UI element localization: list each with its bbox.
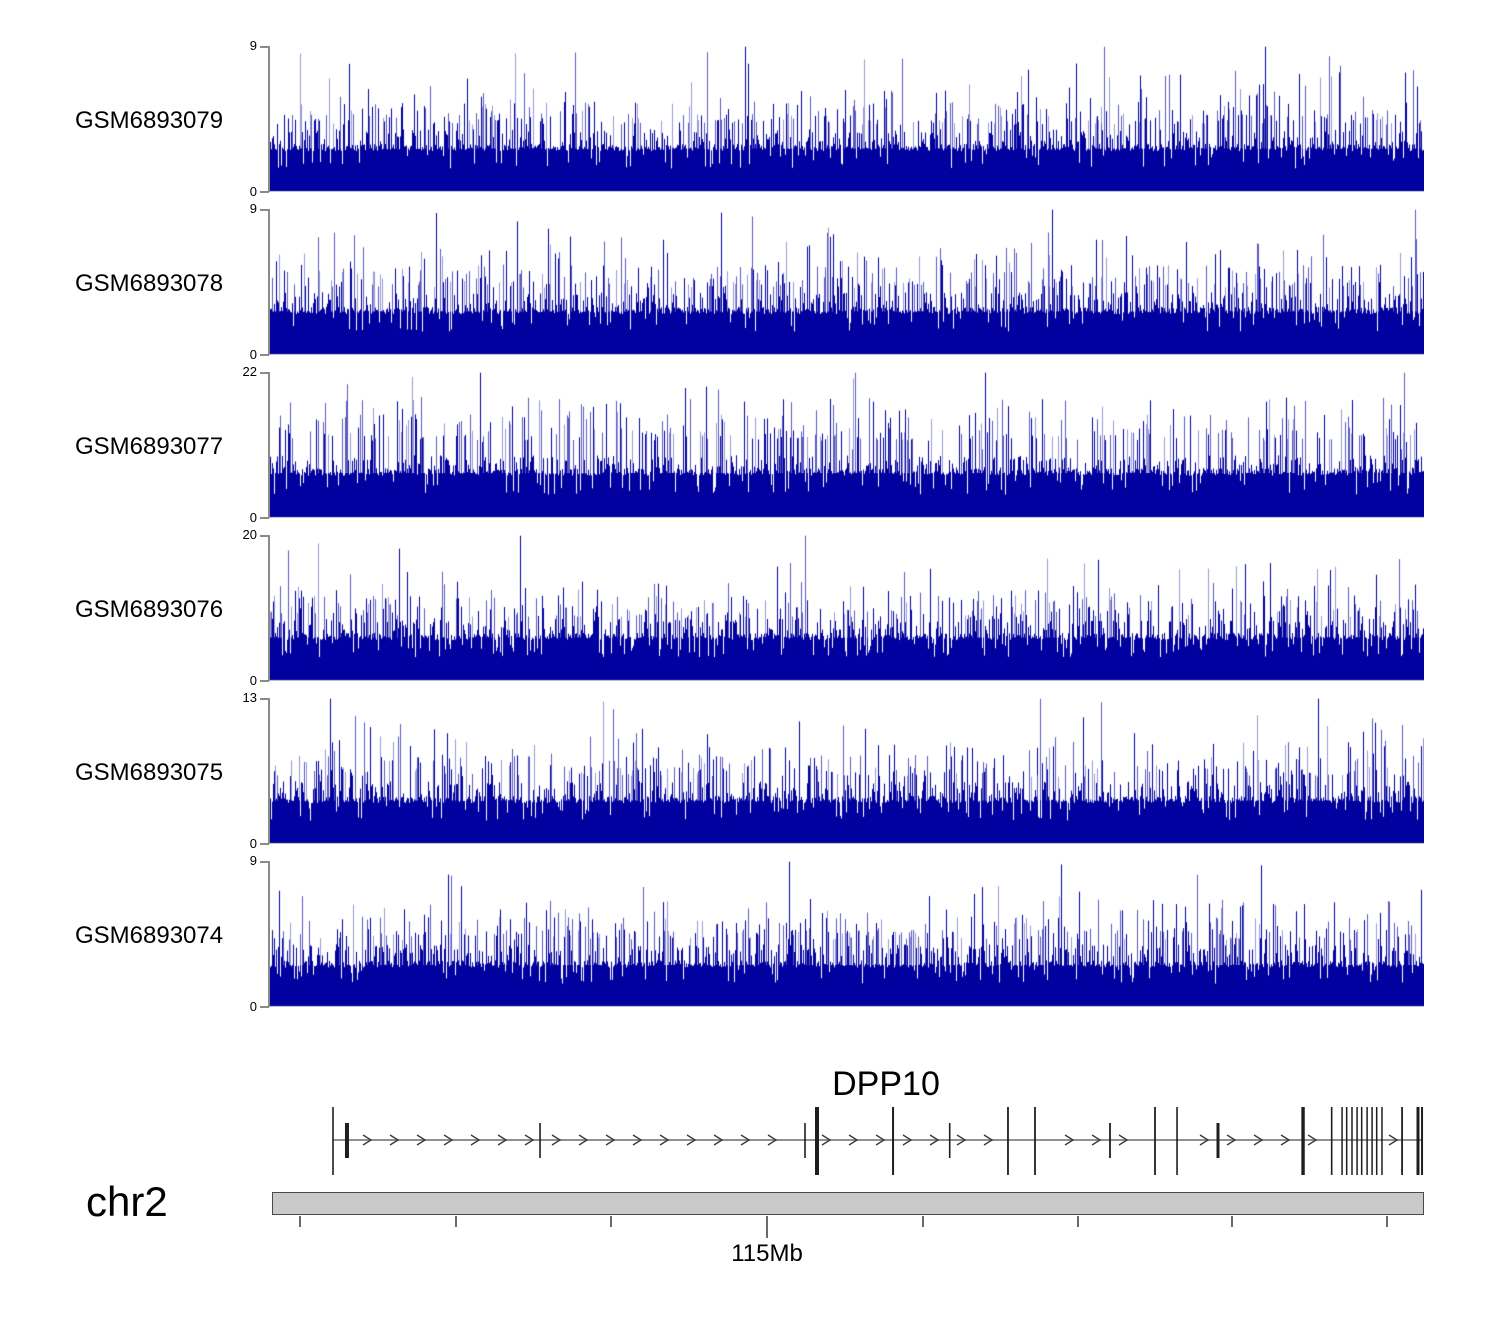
coverage-signal <box>270 698 1424 844</box>
y-axis-max-label: 20 <box>209 528 257 542</box>
y-axis-tick-bottom <box>260 1006 269 1008</box>
y-axis-max-label: 9 <box>209 854 257 868</box>
track-row: GSM6893074 9 0 <box>0 861 1500 1007</box>
ruler-tick <box>299 1216 301 1227</box>
y-axis-min-label: 0 <box>209 837 257 851</box>
y-axis-tick-top <box>260 698 269 700</box>
y-axis-tick-bottom <box>260 517 269 519</box>
y-axis-tick-top <box>260 861 269 863</box>
track-label: GSM6893077 <box>75 434 223 460</box>
track-label: GSM6893076 <box>75 597 223 623</box>
coverage-signal <box>270 46 1424 192</box>
track-label: GSM6893079 <box>75 108 223 134</box>
y-axis-max-label: 13 <box>209 691 257 705</box>
coverage-signal <box>270 209 1424 355</box>
gene-model <box>268 1058 1428 1180</box>
genome-browser-figure: GSM6893079 9 0 GSM6893078 9 0 GSM6893077… <box>0 0 1500 1320</box>
y-axis-max-label: 9 <box>209 202 257 216</box>
track-label: GSM6893074 <box>75 923 223 949</box>
y-axis-tick-bottom <box>260 680 269 682</box>
track-label: GSM6893075 <box>75 760 223 786</box>
track-row: GSM6893076 20 0 <box>0 535 1500 681</box>
ruler-tick <box>455 1216 457 1227</box>
y-axis-min-label: 0 <box>209 1000 257 1014</box>
ruler-tick-label: 115Mb <box>697 1241 837 1267</box>
track-row: GSM6893079 9 0 <box>0 46 1500 192</box>
track-row: GSM6893078 9 0 <box>0 209 1500 355</box>
ruler-tick <box>1231 1216 1233 1227</box>
coverage-signal <box>270 372 1424 518</box>
y-axis-min-label: 0 <box>209 511 257 525</box>
y-axis-min-label: 0 <box>209 348 257 362</box>
y-axis-tick-top <box>260 372 269 374</box>
ruler-tick <box>922 1216 924 1227</box>
y-axis-min-label: 0 <box>209 185 257 199</box>
chromosome-label: chr2 <box>86 1180 168 1224</box>
y-axis-min-label: 0 <box>209 674 257 688</box>
y-axis-max-label: 22 <box>209 365 257 379</box>
y-axis-tick-bottom <box>260 843 269 845</box>
ruler-tick <box>766 1216 768 1238</box>
coverage-signal <box>270 535 1424 681</box>
y-axis-tick-top <box>260 535 269 537</box>
track-label: GSM6893078 <box>75 271 223 297</box>
ruler-tick <box>610 1216 612 1227</box>
y-axis-max-label: 9 <box>209 39 257 53</box>
track-row: GSM6893075 13 0 <box>0 698 1500 844</box>
chromosome-bar <box>272 1192 1424 1215</box>
track-row: GSM6893077 22 0 <box>0 372 1500 518</box>
y-axis-tick-top <box>260 46 269 48</box>
ruler-tick <box>1077 1216 1079 1227</box>
y-axis-tick-bottom <box>260 191 269 193</box>
coverage-signal <box>270 861 1424 1007</box>
y-axis-tick-bottom <box>260 354 269 356</box>
y-axis-tick-top <box>260 209 269 211</box>
ruler-tick <box>1386 1216 1388 1227</box>
